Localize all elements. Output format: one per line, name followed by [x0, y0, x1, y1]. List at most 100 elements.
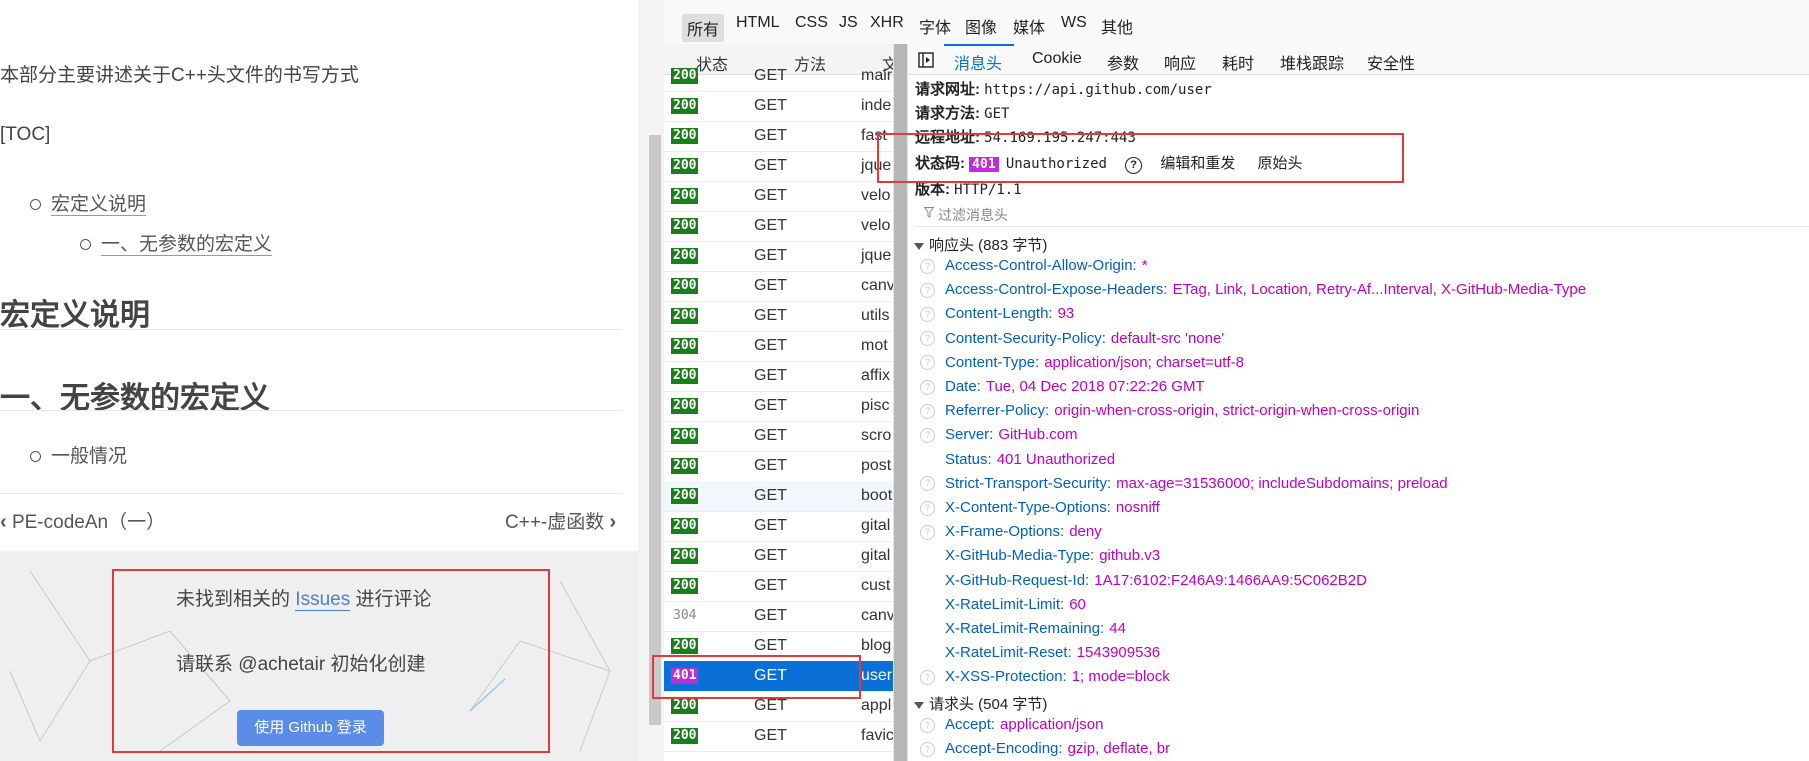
status-badge: 200: [671, 428, 699, 444]
request-row[interactable]: 200 GET velo: [664, 211, 893, 242]
request-headers-section[interactable]: 请求头 (504 字节): [914, 693, 1047, 714]
filter-all[interactable]: 所有: [682, 14, 725, 42]
request-file: inde: [861, 97, 892, 114]
request-row[interactable]: 200 GET velo: [664, 181, 893, 212]
filter-fonts[interactable]: 字体: [919, 14, 951, 38]
header-line: ? Referrer-Policy: origin-when-cross-origi…: [920, 402, 1419, 419]
request-url-line: 请求网址: https://api.github.com/user: [915, 81, 1212, 98]
header-name: Accept:: [945, 716, 996, 733]
request-row[interactable]: 200 GET post: [664, 451, 893, 482]
header-name: X-GitHub-Request-Id:: [945, 571, 1090, 589]
request-row[interactable]: 200 GET gital: [664, 541, 893, 572]
http-version: HTTP/1.1: [954, 182, 1022, 198]
request-file: jque: [861, 247, 892, 264]
page-scrollbar-gutter: [638, 0, 664, 761]
header-help-icon[interactable]: ?: [920, 258, 935, 274]
highlight-box-status: [877, 133, 1404, 183]
header-value: gzip, deflate, br: [1067, 740, 1171, 758]
tab-timings[interactable]: 耗时: [1222, 50, 1254, 74]
tab-stack-trace[interactable]: 堆栈跟踪: [1280, 50, 1344, 74]
toc-link-no-param[interactable]: 一、无参数的宏定义: [80, 229, 273, 256]
header-help-icon[interactable]: ?: [920, 306, 935, 322]
toggle-sidebar-icon[interactable]: [918, 52, 934, 68]
tab-response[interactable]: 响应: [1164, 50, 1196, 74]
request-row[interactable]: 200 GET gital: [664, 511, 893, 542]
request-row[interactable]: 200 GET fast: [664, 121, 893, 152]
header-name: Content-Type:: [945, 353, 1040, 371]
filter-ws[interactable]: WS: [1061, 14, 1087, 32]
request-row[interactable]: 200 GET jque: [664, 151, 893, 182]
filter-xhr[interactable]: XHR: [870, 14, 904, 32]
header-name: X-XSS-Protection:: [945, 668, 1067, 686]
header-help-icon[interactable]: ?: [920, 741, 935, 757]
filter-html[interactable]: HTML: [736, 14, 780, 32]
request-row[interactable]: 200 GET canv: [664, 271, 893, 302]
page-scrollbar-thumb[interactable]: [649, 135, 661, 725]
status-badge: 200: [671, 488, 699, 504]
header-value: origin-when-cross-origin, strict-origin-…: [1054, 402, 1420, 420]
request-row[interactable]: 200 GET boot: [664, 481, 893, 512]
intro-text: 本部分主要讲述关于C++头文件的书写方式: [0, 65, 359, 86]
header-name: Access-Control-Allow-Origin:: [945, 257, 1137, 274]
request-row[interactable]: 200 GET favic: [664, 721, 893, 752]
collapse-triangle-icon: [914, 242, 924, 250]
header-help-icon[interactable]: ?: [920, 500, 935, 516]
tab-security[interactable]: 安全性: [1367, 50, 1415, 74]
header-value: 44: [1109, 620, 1126, 637]
prev-post-link[interactable]: ‹ PE-codeAn（一）: [0, 507, 165, 534]
header-help-icon[interactable]: ?: [920, 427, 935, 443]
tab-cookie[interactable]: Cookie: [1032, 50, 1082, 68]
request-method: GET: [754, 427, 787, 444]
status-badge: 200: [671, 578, 699, 594]
filter-other[interactable]: 其他: [1101, 14, 1133, 38]
request-row[interactable]: 200 GET scro: [664, 421, 893, 452]
header-help-icon[interactable]: ?: [920, 331, 935, 347]
header-help-icon[interactable]: ?: [920, 379, 935, 395]
header-name: X-RateLimit-Limit:: [945, 595, 1065, 613]
header-line: X-GitHub-Media-Type: github.v3: [920, 547, 1160, 564]
request-row[interactable]: 200 GET inde: [664, 91, 893, 122]
request-method: GET: [754, 277, 787, 294]
request-file: cust: [861, 577, 891, 594]
filter-js[interactable]: JS: [839, 14, 858, 32]
header-value: 60: [1069, 595, 1086, 613]
header-name: Content-Security-Policy:: [945, 329, 1106, 347]
header-help-icon[interactable]: ?: [920, 282, 935, 298]
header-help-icon[interactable]: ?: [920, 476, 935, 492]
header-name: Date:: [945, 378, 981, 395]
request-row[interactable]: 200 GET mair: [664, 61, 893, 92]
request-method: GET: [754, 367, 787, 384]
header-help-icon[interactable]: ?: [920, 717, 935, 733]
request-file: gital: [861, 547, 891, 564]
filter-headers-input[interactable]: 过滤消息头: [914, 202, 1809, 227]
request-row[interactable]: 200 GET jque: [664, 241, 893, 272]
header-help-icon[interactable]: ?: [920, 524, 935, 540]
request-row[interactable]: 200 GET affix: [664, 361, 893, 392]
filter-css[interactable]: CSS: [795, 14, 828, 32]
toc-link-macro[interactable]: 宏定义说明: [30, 189, 147, 216]
filter-images[interactable]: 图像: [965, 14, 997, 38]
header-help-icon[interactable]: ?: [920, 355, 935, 371]
tab-params[interactable]: 参数: [1107, 50, 1139, 74]
next-post-link[interactable]: C++-虚函数 ›: [505, 507, 616, 534]
request-row[interactable]: 200 GET mot: [664, 331, 893, 362]
status-badge: 200: [671, 458, 699, 474]
header-help-icon[interactable]: ?: [920, 669, 935, 685]
status-badge: 200: [671, 278, 699, 294]
status-badge: 200: [671, 698, 699, 714]
active-tab-indicator: [944, 44, 1014, 46]
bullet-icon: [80, 239, 91, 251]
request-row[interactable]: 200 GET cust: [664, 571, 893, 602]
status-badge: 200: [671, 98, 699, 114]
request-row[interactable]: 200 GET utils: [664, 301, 893, 332]
header-value: application/json; charset=utf-8: [1044, 353, 1244, 371]
request-row[interactable]: 200 GET pisc: [664, 391, 893, 422]
filter-media[interactable]: 媒体: [1013, 14, 1045, 38]
header-value: deny: [1069, 523, 1102, 541]
header-line: ? Content-Type: application/json; charset=…: [920, 354, 1244, 371]
request-row[interactable]: 304 GET canv: [664, 601, 893, 632]
request-method: GET: [754, 67, 787, 84]
tab-headers[interactable]: 消息头: [954, 50, 1002, 74]
response-headers-section[interactable]: 响应头 (883 字节): [914, 234, 1047, 255]
header-help-icon[interactable]: ?: [920, 403, 935, 419]
